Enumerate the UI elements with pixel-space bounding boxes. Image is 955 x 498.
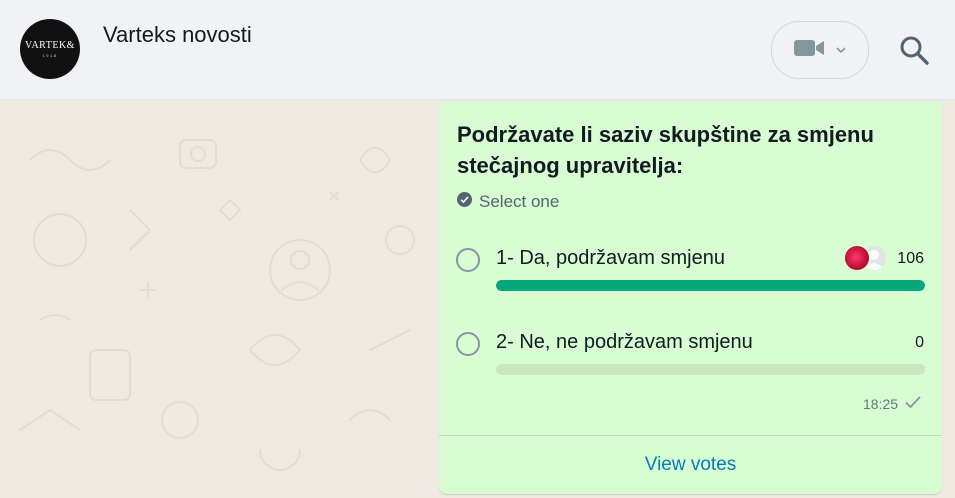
check-circle-icon	[457, 192, 472, 212]
radio-button[interactable]	[456, 332, 480, 356]
select-hint-label: Select one	[479, 192, 560, 211]
search-button[interactable]	[896, 32, 932, 68]
avatar-logo-text: VARTEK&	[25, 40, 75, 51]
vote-progress-bar	[496, 280, 925, 291]
poll-question: Podržavate li saziv skupštine za smjenu …	[457, 122, 874, 178]
chevron-down-icon	[835, 41, 847, 59]
poll-option-count: 106	[897, 250, 924, 267]
voter-avatars[interactable]	[843, 244, 889, 272]
video-camera-icon	[793, 37, 825, 64]
avatar[interactable]: VARTEK& 1918	[20, 19, 80, 79]
single-check-icon	[904, 395, 922, 412]
voter-avatar	[843, 244, 871, 272]
vote-progress-fill	[496, 280, 925, 291]
poll-option[interactable]: 1- Da, podržavam smjenu 106	[456, 244, 926, 304]
message-time: 18:25	[862, 395, 898, 412]
message-meta: 18:25	[863, 395, 922, 412]
poll-option[interactable]: 2- Ne, ne podržavam smjenu 0	[456, 328, 926, 388]
avatar-logo-subtext: 1918	[42, 53, 58, 58]
poll-option-count: 0	[915, 334, 924, 351]
select-hint: Select one	[457, 192, 559, 212]
poll-option-label: 1- Da, podržavam smjenu	[496, 247, 725, 269]
poll-message-bubble: Podržavate li saziv skupštine za smjenu …	[439, 101, 942, 494]
radio-button[interactable]	[456, 248, 480, 272]
search-icon	[896, 36, 932, 72]
poll-option-label: 2- Ne, ne podržavam smjenu	[496, 331, 753, 353]
view-votes-button[interactable]: View votes	[439, 436, 942, 494]
chat-header: VARTEK& 1918 Varteks novosti	[0, 0, 955, 100]
chat-title[interactable]: Varteks novosti	[103, 22, 252, 48]
vote-progress-bar	[496, 364, 925, 375]
video-call-button[interactable]	[771, 21, 869, 79]
